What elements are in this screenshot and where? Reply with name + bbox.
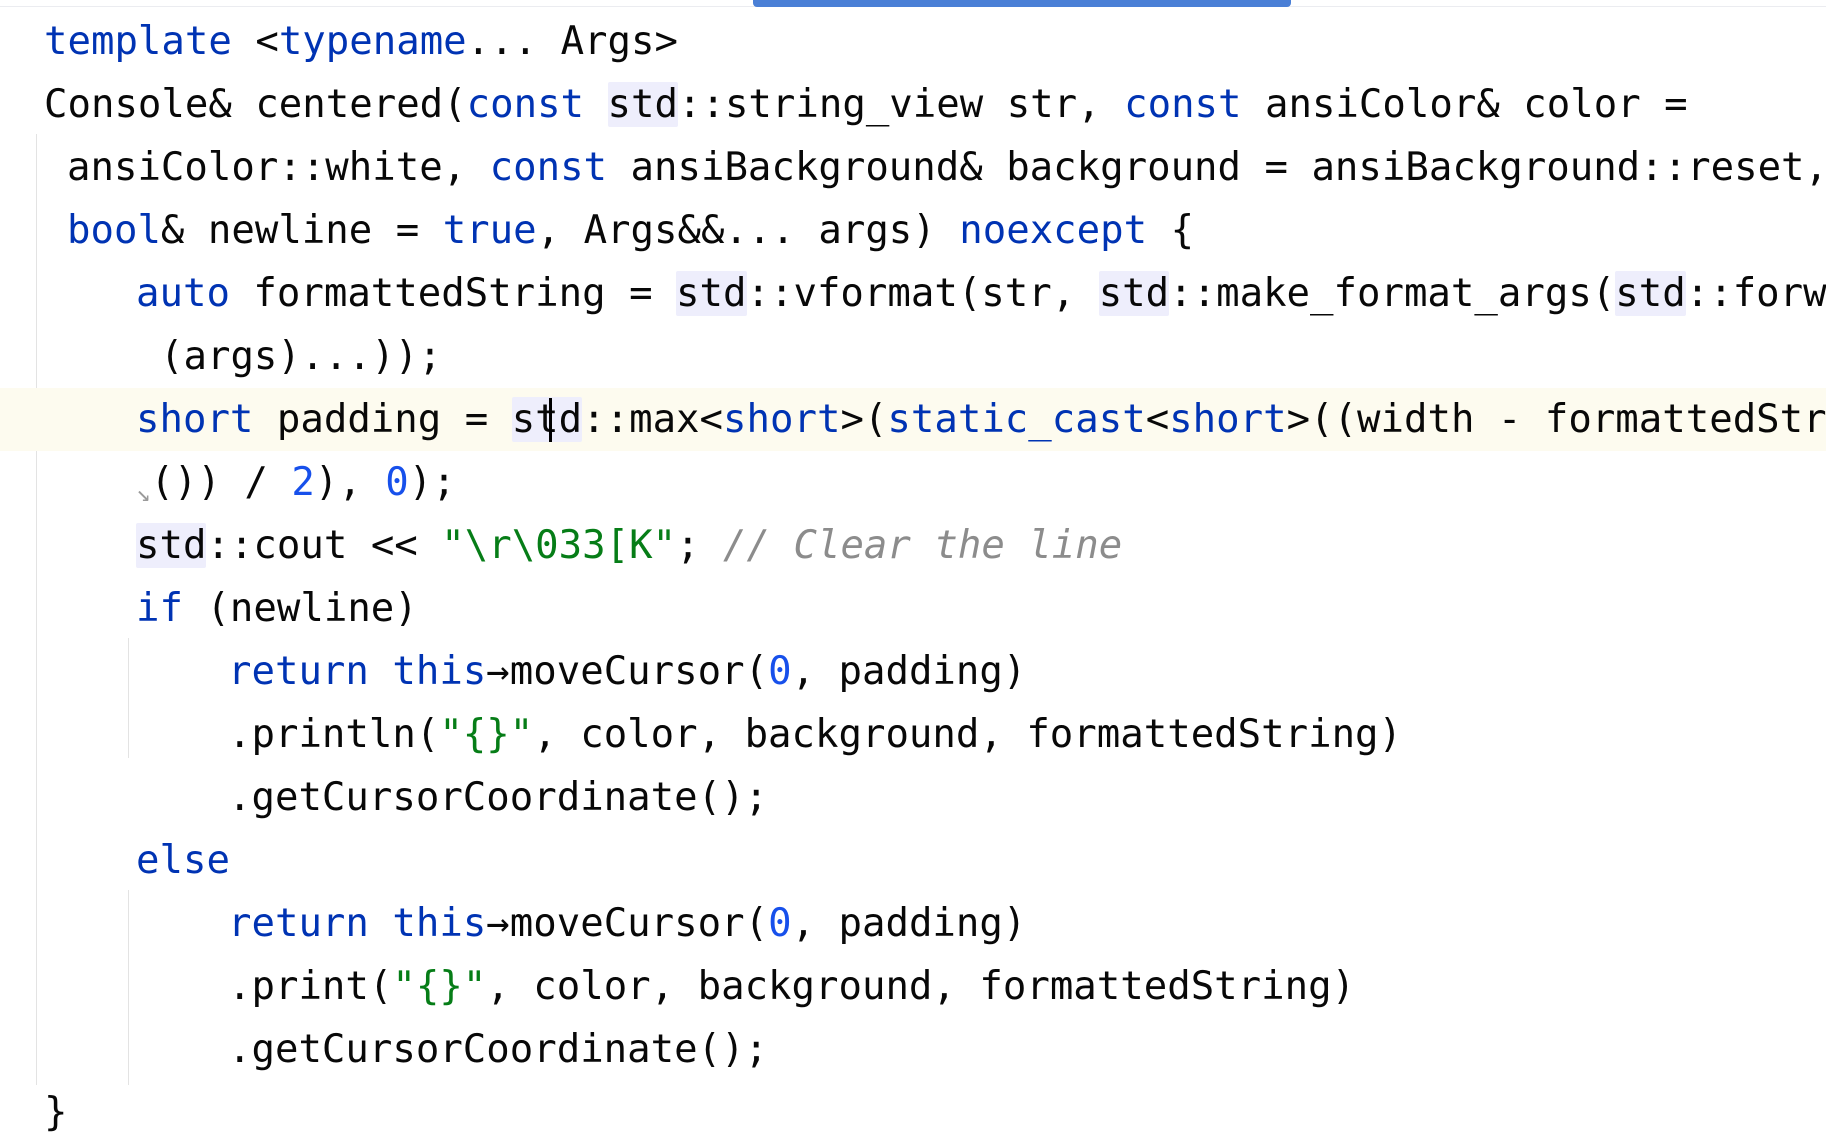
code-token: 0 bbox=[385, 460, 409, 505]
code-token: "\r\033[K" bbox=[441, 523, 677, 568]
code-token: ... Args> bbox=[466, 19, 678, 64]
code-line-8[interactable]: ↘()) / 2), 0); bbox=[0, 451, 1826, 514]
code-token: const bbox=[489, 145, 608, 190]
code-token: .getCursorCoordinate(); bbox=[228, 1027, 769, 1072]
code-line-15[interactable]: return this→moveCursor(0, padding) bbox=[0, 892, 1826, 955]
code-token: padding = bbox=[253, 397, 512, 442]
code-token: ansiColor& color = bbox=[1241, 82, 1688, 127]
code-token: ansiColor::white, bbox=[67, 145, 490, 190]
code-token: noexcept bbox=[959, 208, 1148, 253]
code-token: const bbox=[1124, 82, 1242, 127]
code-token: } bbox=[44, 1090, 68, 1135]
code-token: std bbox=[607, 82, 678, 127]
code-token: ), bbox=[314, 460, 386, 505]
code-token: , color, background, formattedString) bbox=[486, 964, 1356, 1009]
code-token: short bbox=[136, 397, 254, 442]
code-token: .print( bbox=[228, 964, 393, 1009]
code-token: 0 bbox=[768, 901, 792, 946]
code-token: ansiBackground& background = ansiBackgro… bbox=[607, 145, 1826, 190]
code-token: short bbox=[1169, 397, 1287, 442]
code-line-7[interactable]: short padding = std::max<short>(static_c… bbox=[0, 388, 1826, 451]
code-token: .getCursorCoordinate(); bbox=[228, 775, 769, 820]
code-token: 2 bbox=[291, 460, 315, 505]
code-token: if bbox=[136, 586, 183, 631]
code-token: // Clear the line bbox=[723, 523, 1123, 568]
code-line-2[interactable]: Console& centered(const std::string_view… bbox=[0, 73, 1826, 136]
code-token: ()) / bbox=[150, 460, 292, 505]
code-token: true bbox=[442, 208, 537, 253]
code-token: bool bbox=[67, 208, 161, 253]
code-token: ; bbox=[676, 523, 724, 568]
code-token: short bbox=[723, 397, 841, 442]
code-token: std bbox=[511, 397, 583, 442]
code-token: >( bbox=[840, 397, 888, 442]
code-token: >((width - formattedStrin bbox=[1286, 397, 1826, 442]
code-token: , padding) bbox=[791, 901, 1027, 946]
code-token: std bbox=[1098, 271, 1170, 316]
code-token: std bbox=[136, 523, 207, 568]
code-token: (newline) bbox=[182, 586, 418, 631]
code-token: return bbox=[228, 901, 369, 946]
code-token: ::cout << bbox=[206, 523, 442, 568]
code-line-9[interactable]: std::cout << "\r\033[K"; // Clear the li… bbox=[0, 514, 1826, 577]
code-token: "{}" bbox=[392, 964, 487, 1009]
code-token: template bbox=[44, 19, 232, 64]
code-token: formattedString = bbox=[229, 271, 677, 316]
code-token: std bbox=[1615, 271, 1686, 316]
code-line-18[interactable]: } bbox=[0, 1081, 1826, 1142]
code-token: return bbox=[228, 649, 369, 694]
code-line-6[interactable]: (args)...)); bbox=[0, 325, 1826, 388]
code-token: < bbox=[1145, 397, 1170, 442]
horizontal-scrollbar-thumb[interactable] bbox=[753, 0, 1291, 7]
code-line-13[interactable]: .getCursorCoordinate(); bbox=[0, 766, 1826, 829]
code-token: 0 bbox=[768, 649, 792, 694]
code-token: , padding) bbox=[791, 649, 1027, 694]
code-token: & newline = bbox=[160, 208, 443, 253]
code-token: typename bbox=[278, 19, 467, 64]
code-line-11[interactable]: return this→moveCursor(0, padding) bbox=[0, 640, 1826, 703]
code-token: ::vformat(str, bbox=[746, 271, 1099, 316]
code-line-4[interactable]: bool& newline = true, Args&&... args) no… bbox=[0, 199, 1826, 262]
code-token: ::forwar bbox=[1685, 271, 1826, 316]
code-editor[interactable]: template <typename... Args> Console& cent… bbox=[0, 7, 1826, 1142]
code-token: ::make_format_args( bbox=[1169, 271, 1616, 316]
code-line-14[interactable]: else bbox=[0, 829, 1826, 892]
code-token: .println( bbox=[228, 712, 440, 757]
code-line-10[interactable]: if (newline) bbox=[0, 577, 1826, 640]
code-token: this bbox=[392, 901, 487, 946]
code-token: ); bbox=[408, 460, 456, 505]
code-token: , color, background, formattedString) bbox=[533, 712, 1403, 757]
code-token: { bbox=[1147, 208, 1195, 253]
code-token: →moveCursor( bbox=[486, 901, 769, 946]
code-token: Console& centered( bbox=[44, 82, 467, 127]
code-token: (args)...)); bbox=[160, 334, 442, 379]
soft-wrap-icon: ↘ bbox=[136, 479, 151, 507]
code-token: →moveCursor( bbox=[486, 649, 769, 694]
code-line-12[interactable]: .println("{}", color, background, format… bbox=[0, 703, 1826, 766]
code-token: < bbox=[231, 19, 279, 64]
code-token: ::max< bbox=[582, 397, 724, 442]
code-token: std bbox=[676, 271, 747, 316]
code-line-3[interactable]: ansiColor::white, const ansiBackground& … bbox=[0, 136, 1826, 199]
code-token: ::string_view str, bbox=[677, 82, 1125, 127]
code-token: const bbox=[466, 82, 585, 127]
code-token: this bbox=[392, 649, 487, 694]
code-line-16[interactable]: .print("{}", color, background, formatte… bbox=[0, 955, 1826, 1018]
code-line-1[interactable]: template <typename... Args> bbox=[0, 10, 1826, 73]
text-caret bbox=[549, 398, 552, 442]
code-line-5[interactable]: auto formattedString = std::vformat(str,… bbox=[0, 262, 1826, 325]
code-token: "{}" bbox=[439, 712, 534, 757]
code-token: else bbox=[136, 838, 230, 883]
code-token: static_cast bbox=[887, 397, 1146, 442]
code-token: auto bbox=[136, 271, 230, 316]
code-token: , Args&&... args) bbox=[536, 208, 960, 253]
code-line-17[interactable]: .getCursorCoordinate(); bbox=[0, 1018, 1826, 1081]
